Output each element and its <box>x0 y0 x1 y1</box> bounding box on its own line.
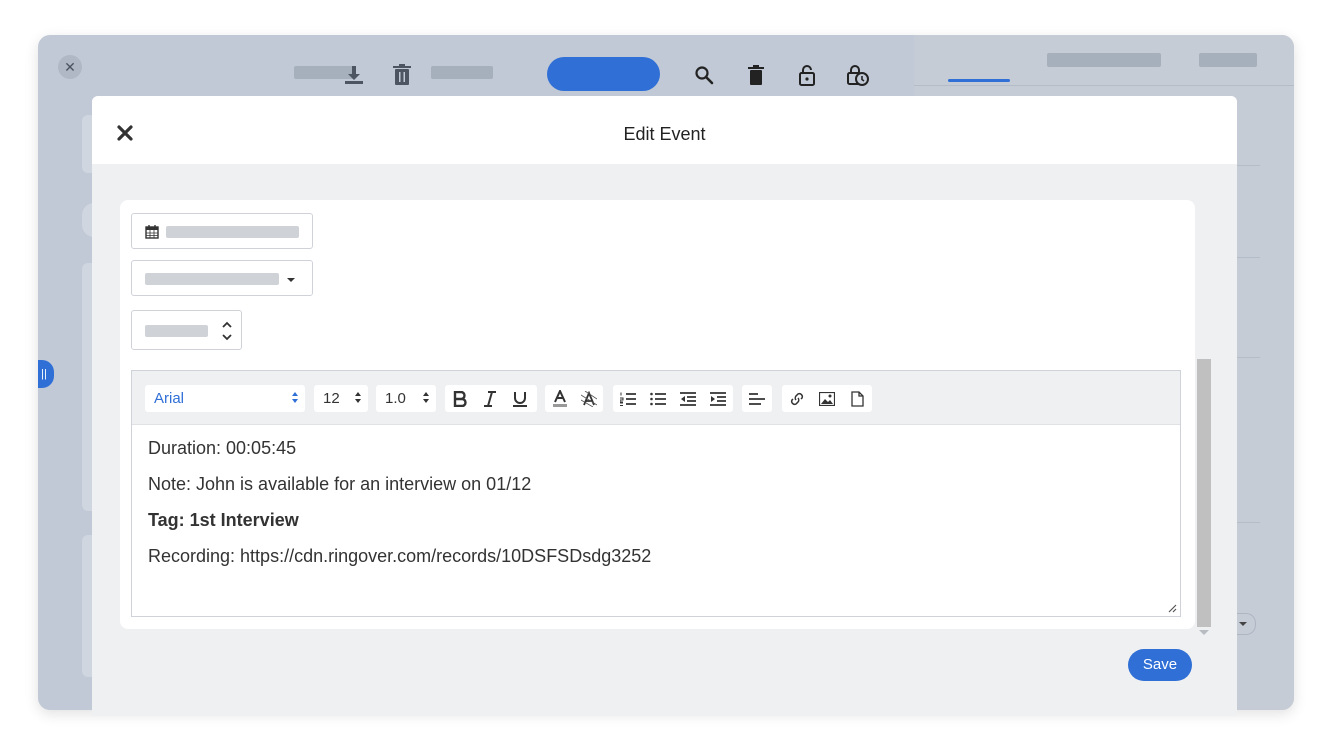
document-icon[interactable] <box>842 385 872 412</box>
font-size-select[interactable]: 12 <box>314 385 368 412</box>
type-select[interactable] <box>131 260 313 296</box>
font-color-icon[interactable] <box>545 385 574 412</box>
number-stepper[interactable] <box>131 310 242 350</box>
unordered-list-icon[interactable] <box>643 385 673 412</box>
content-line: Duration: 00:05:45 <box>148 438 297 458</box>
highlight-icon[interactable] <box>574 385 603 412</box>
link-icon[interactable] <box>782 385 812 412</box>
bold-icon[interactable] <box>445 385 475 412</box>
font-family-select[interactable]: Arial <box>145 385 305 412</box>
stepper-placeholder <box>145 325 208 337</box>
content-line: Recording: https://cdn.ringover.com/reco… <box>148 546 652 566</box>
align-icon[interactable] <box>742 385 772 412</box>
search-icon[interactable] <box>692 63 716 87</box>
line-height-value: 1.0 <box>385 390 406 407</box>
side-panel-handle[interactable]: || <box>38 360 54 388</box>
scrollbar[interactable] <box>1197 359 1211 627</box>
primary-action-button[interactable] <box>547 57 660 91</box>
select-arrows-icon <box>423 392 429 405</box>
ordered-list-icon[interactable] <box>613 385 643 412</box>
unlock-icon[interactable] <box>795 63 819 87</box>
toolbar-placeholder <box>431 66 493 79</box>
edit-event-modal: Edit Event Arial 12 1.0 Duration: 00:05:… <box>92 96 1237 716</box>
date-placeholder <box>166 226 299 238</box>
underline-icon[interactable] <box>505 385 535 412</box>
divider <box>914 85 1294 86</box>
color-group <box>545 385 603 412</box>
stepper-arrows-icon[interactable] <box>221 321 233 341</box>
font-size-value: 12 <box>323 390 340 407</box>
delete-icon[interactable] <box>744 63 768 87</box>
content-line: Note: John is available for an interview… <box>148 474 532 494</box>
modal-title: Edit Event <box>623 124 706 144</box>
date-field[interactable] <box>131 213 313 249</box>
font-family-value: Arial <box>154 390 185 407</box>
rich-text-editor: Arial 12 1.0 Duration: 00:05:45 Note: Jo… <box>131 370 1181 617</box>
line-height-select[interactable]: 1.0 <box>376 385 436 412</box>
editor-toolbar: Arial 12 1.0 <box>132 371 1180 425</box>
list-group <box>613 385 733 412</box>
indent-icon[interactable] <box>703 385 733 412</box>
trash-icon[interactable] <box>390 63 414 87</box>
select-arrows-icon <box>292 392 298 405</box>
event-form-card: Arial 12 1.0 Duration: 00:05:45 Note: Jo… <box>120 200 1195 629</box>
select-placeholder <box>145 273 279 285</box>
chevron-down-icon <box>287 278 295 282</box>
tab-placeholder[interactable] <box>1199 53 1257 67</box>
resize-handle-icon[interactable] <box>1168 604 1177 613</box>
select-arrows-icon <box>355 392 361 405</box>
align-group <box>742 385 772 412</box>
content-line: Tag: 1st Interview <box>148 510 299 530</box>
insert-group <box>782 385 872 412</box>
italic-icon[interactable] <box>475 385 505 412</box>
lock-clock-icon[interactable] <box>846 63 870 87</box>
image-icon[interactable] <box>812 385 842 412</box>
outdent-icon[interactable] <box>673 385 703 412</box>
calendar-icon <box>145 225 159 239</box>
dropdown-toggle[interactable] <box>1234 613 1256 635</box>
save-button[interactable]: Save <box>1128 649 1192 681</box>
tab-placeholder[interactable] <box>1047 53 1161 67</box>
editor-content[interactable]: Duration: 00:05:45 Note: John is availab… <box>132 425 1180 593</box>
modal-header: Edit Event <box>92 96 1237 164</box>
download-icon[interactable] <box>342 63 366 87</box>
format-group <box>445 385 537 412</box>
window-close-icon[interactable]: ✕ <box>58 55 82 79</box>
active-tab-indicator <box>948 79 1010 82</box>
scroll-down-icon[interactable] <box>1199 630 1209 635</box>
